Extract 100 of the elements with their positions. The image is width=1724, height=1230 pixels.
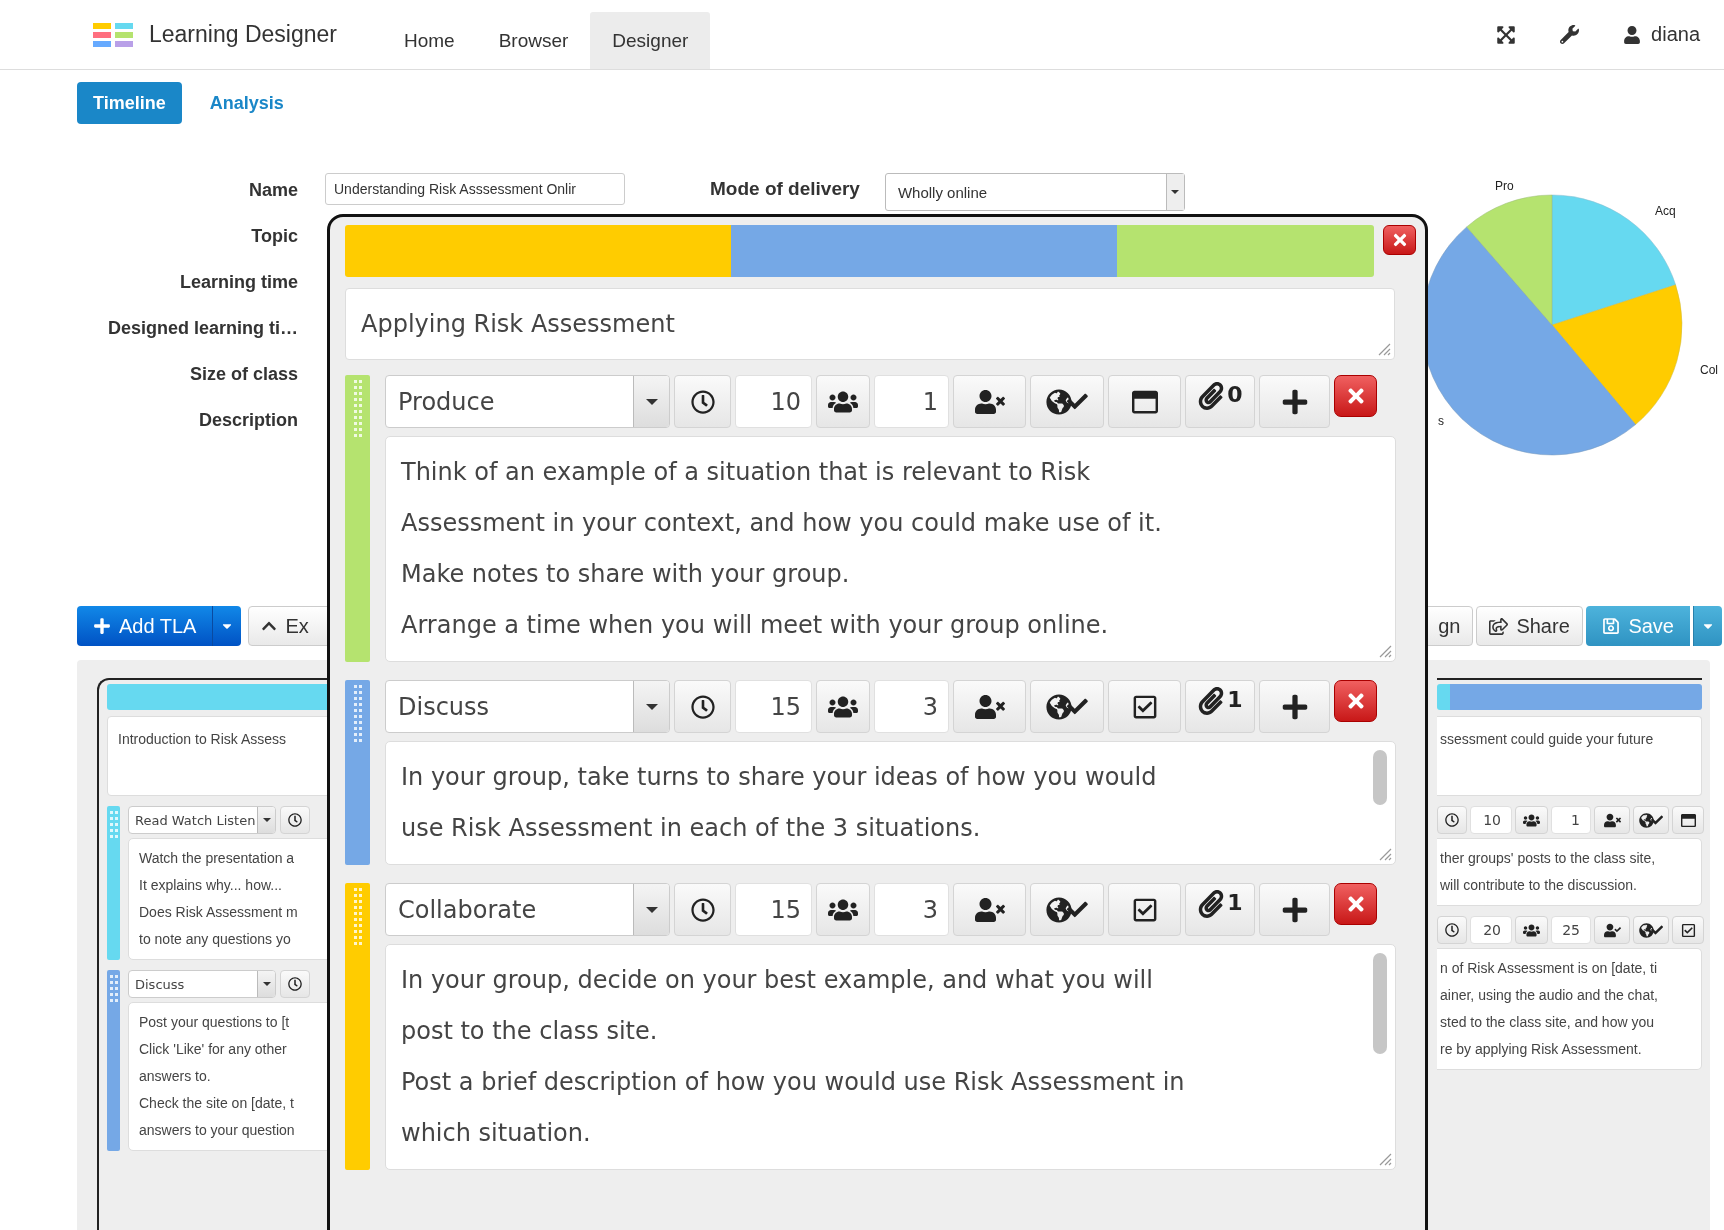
description-field[interactable]: Think of an example of a situation that is relevant to Risk Assessment in your context, and how you could make use of it. Make notes to share with your group. Arrange a time when you will meet with your group online.	[385, 436, 1396, 662]
online-button[interactable]	[1633, 916, 1669, 944]
duration-button[interactable]	[674, 883, 731, 936]
activity-type-select[interactable]: Discuss	[385, 680, 670, 733]
output-button[interactable]	[1108, 680, 1181, 733]
group-size-button[interactable]	[1515, 916, 1548, 944]
nav-link[interactable]: Designer	[590, 12, 711, 69]
close-button[interactable]	[1383, 225, 1416, 255]
tutor-button[interactable]	[1594, 806, 1630, 834]
group-size-field[interactable]: 1	[874, 375, 949, 428]
clock-icon	[288, 977, 302, 991]
duration-field[interactable]: 20	[1470, 916, 1512, 944]
chart-label: s	[1438, 414, 1444, 428]
duration-button[interactable]	[674, 375, 731, 428]
plus-icon	[1280, 387, 1309, 416]
online-button[interactable]	[1030, 680, 1104, 733]
group-size-field[interactable]: 25	[1551, 916, 1591, 944]
drag-handle-icon	[352, 379, 363, 439]
plus-icon	[93, 617, 111, 635]
output-button[interactable]	[1108, 375, 1181, 428]
globe-check-icon	[1046, 896, 1088, 923]
field-label: Topic	[251, 225, 298, 248]
add-button[interactable]	[1259, 375, 1330, 428]
chart-label: Acq	[1655, 204, 1676, 218]
description-field[interactable]: ther groups' posts to the class site, will contribute to the discussion.	[1437, 838, 1702, 906]
nav-link[interactable]: Home	[381, 12, 477, 69]
save-icon	[1602, 617, 1621, 635]
description-field[interactable]: In your group, take turns to share your ideas of how you would use Risk Assessment in each of the 3 situations.	[385, 741, 1396, 865]
activity-type-select[interactable]: Discuss	[128, 970, 276, 998]
online-button[interactable]	[1633, 806, 1669, 834]
description-field[interactable]: In your group, decide on your best example, and what you will post to the class site. Post a brief description of how you would use Risk Assessment in which situation.	[385, 944, 1396, 1170]
group-size-button[interactable]	[816, 883, 870, 936]
drag-handle-icon	[108, 974, 119, 1004]
caret-down-icon	[262, 818, 271, 822]
globe-check-icon	[1046, 693, 1088, 720]
tutor-button[interactable]	[953, 680, 1026, 733]
clock-icon	[1445, 813, 1459, 827]
attachments-button[interactable]: 0	[1185, 375, 1255, 428]
output-button[interactable]	[1672, 916, 1704, 944]
clock-icon	[690, 694, 715, 719]
duration-button[interactable]	[1437, 806, 1467, 834]
output-button[interactable]	[1672, 806, 1704, 834]
delete-button[interactable]	[1334, 883, 1377, 925]
online-button[interactable]	[1030, 883, 1104, 936]
activity-type-select[interactable]: Collaborate	[385, 883, 670, 936]
tutor-button[interactable]	[953, 883, 1026, 936]
field-label: Description	[198, 409, 298, 432]
group-size-field[interactable]: 3	[874, 680, 949, 733]
mode-select[interactable]: Wholly online	[884, 173, 1185, 211]
view-tab[interactable]: Analysis	[193, 82, 300, 124]
delete-button[interactable]	[1334, 680, 1377, 722]
duration-button[interactable]	[280, 806, 310, 834]
duration-field[interactable]: 10	[735, 375, 812, 428]
globe-check-icon	[1639, 922, 1663, 938]
drag-handle-icon	[108, 810, 119, 840]
output-button[interactable]	[1108, 883, 1181, 936]
activity-type-select[interactable]: Produce	[385, 375, 670, 428]
tutor-button[interactable]	[953, 375, 1026, 428]
plus-icon	[1280, 895, 1309, 924]
duration-button[interactable]	[674, 680, 731, 733]
delete-button[interactable]	[1334, 375, 1377, 417]
drag-handle-icon	[352, 887, 363, 947]
group-size-field[interactable]: 1	[1551, 806, 1591, 834]
clock-icon	[690, 897, 715, 922]
dropdown-button[interactable]	[212, 606, 242, 646]
share-button[interactable]: Share	[1476, 606, 1584, 646]
caret-down-icon	[645, 398, 658, 405]
attachments-button[interactable]: 1	[1185, 883, 1255, 936]
duration-field[interactable]: 15	[735, 883, 812, 936]
group-size-field[interactable]: 3	[874, 883, 949, 936]
nav-link[interactable]: Browser	[476, 12, 591, 69]
online-button[interactable]	[1030, 375, 1104, 428]
scrollbar-thumb	[1373, 750, 1387, 805]
caret-down-icon	[645, 703, 658, 710]
group-size-button[interactable]	[1515, 806, 1548, 834]
view-tab[interactable]: Timeline	[77, 82, 182, 124]
title-field[interactable]: Applying Risk Assessment	[345, 288, 1395, 360]
chart-label: Col	[1700, 363, 1718, 377]
drag-handle-icon	[352, 684, 363, 744]
tutor-button[interactable]	[1594, 916, 1630, 944]
field-label: Learning time	[179, 271, 298, 294]
globe-check-icon	[1639, 812, 1663, 828]
attachments-button[interactable]: 1	[1185, 680, 1255, 733]
description-field[interactable]: n of Risk Assessment is on [date, ti ainer, using the audio and the chat, sted to the class site, and how you re by applying Risk Assessment.	[1437, 948, 1702, 1070]
chart-label: Pro	[1495, 179, 1514, 193]
add-tla-button[interactable]: Add TLA	[77, 606, 213, 646]
group-size-button[interactable]	[816, 375, 870, 428]
paperclip-icon	[1197, 890, 1226, 918]
add-button[interactable]	[1259, 680, 1330, 733]
activity-type-select[interactable]: Read Watch Listen	[128, 806, 276, 834]
user-link[interactable]: diana	[1623, 23, 1700, 46]
title-field[interactable]: ssessment could guide your future	[1437, 716, 1702, 796]
group-size-button[interactable]	[816, 680, 870, 733]
duration-field[interactable]: 15	[735, 680, 812, 733]
caret-down-icon	[645, 906, 658, 913]
name-field[interactable]: Understanding Risk Asssessment Onlir	[325, 173, 625, 205]
duration-field[interactable]: 10	[1470, 806, 1512, 834]
duration-button[interactable]	[1437, 916, 1467, 944]
add-button[interactable]	[1259, 883, 1330, 936]
duration-button[interactable]	[280, 970, 310, 998]
